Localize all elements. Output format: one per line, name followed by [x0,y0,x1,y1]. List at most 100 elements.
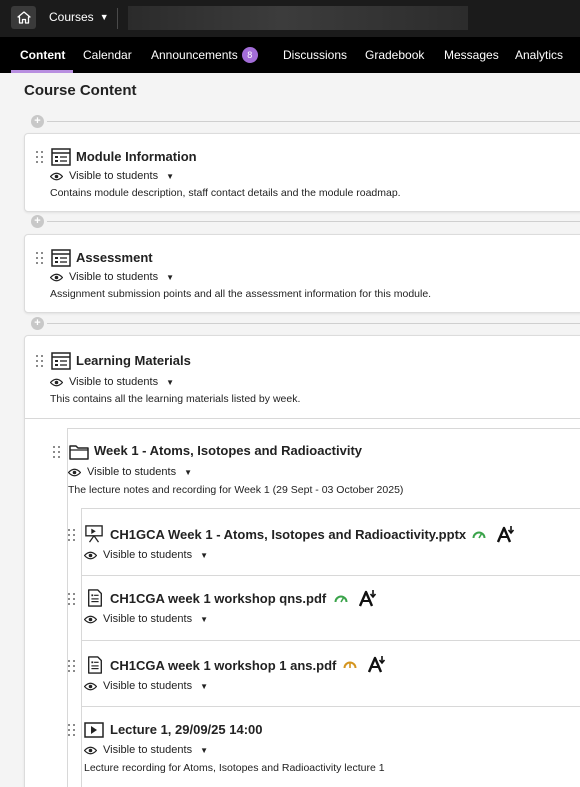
module-description: This contains all the learning materials… [50,393,301,405]
visibility-dropdown[interactable]: Visible to students ▼ [68,466,192,478]
drag-handle-icon[interactable] [36,252,44,264]
learning-module-icon [51,352,71,370]
active-tab-indicator [11,70,73,73]
eye-icon [84,682,97,690]
divider [25,418,580,419]
top-bar: Courses ▼ [0,0,580,37]
tab-announcements-label: Announcements [151,48,238,63]
divider-line [47,323,580,324]
visibility-label: Visible to students [87,466,177,478]
courses-label: Courses [49,10,94,24]
visibility-label: Visible to students [69,376,159,388]
divider [81,575,580,576]
eye-icon [68,468,81,476]
courses-dropdown[interactable]: Courses ▼ [49,10,109,24]
add-content-button[interactable]: + [31,317,44,330]
chevron-down-icon: ▼ [166,171,174,181]
visibility-label: Visible to students [69,271,159,283]
module-description: Contains module description, staff conta… [50,187,401,199]
lecture-title[interactable]: Lecture 1, 29/09/25 14:00 [110,722,263,737]
visibility-label: Visible to students [103,613,193,625]
visibility-dropdown[interactable]: Visible to students ▼ [50,376,174,388]
module-title[interactable]: Learning Materials [76,353,191,368]
drag-handle-icon[interactable] [36,355,44,367]
gauge-icon [472,531,486,539]
video-icon [84,722,104,738]
add-content-button[interactable]: + [31,215,44,228]
module-title[interactable]: Module Information [76,149,197,164]
course-nav: Content Calendar Announcements 8 Discussi… [0,37,580,73]
home-icon [16,11,31,24]
learning-module-icon [51,249,71,267]
tab-analytics[interactable]: Analytics [515,48,563,62]
chevron-down-icon: ▼ [200,614,208,624]
tab-messages[interactable]: Messages [444,48,499,62]
divider-line [47,121,580,122]
eye-icon [84,615,97,623]
chevron-down-icon: ▼ [184,467,192,477]
page-title: Course Content [24,82,137,99]
document-icon [88,656,102,674]
eye-icon [50,273,63,281]
visibility-label: Visible to students [103,549,193,561]
chevron-down-icon: ▼ [200,745,208,755]
announcements-count-badge: 8 [241,47,258,63]
home-button[interactable] [11,6,36,29]
divider [81,640,580,641]
drag-handle-icon[interactable] [36,151,44,163]
module-title[interactable]: Assessment [76,250,153,265]
chevron-down-icon: ▼ [200,681,208,691]
chevron-down-icon: ▼ [166,377,174,387]
drag-handle-icon[interactable] [68,529,76,541]
tab-gradebook[interactable]: Gradebook [365,48,424,62]
module-card-expanded[interactable]: Learning Materials Visible to students ▼… [24,335,580,787]
visibility-dropdown[interactable]: Visible to students ▼ [50,170,174,182]
visibility-dropdown[interactable]: Visible to students ▼ [84,680,208,692]
folder-title[interactable]: Week 1 - Atoms, Isotopes and Radioactivi… [94,443,362,458]
add-content-button[interactable]: + [31,115,44,128]
eye-icon [84,551,97,559]
gauge-icon [343,661,357,669]
accessibility-score-icon[interactable] [368,655,386,673]
learning-module-icon [51,148,71,166]
file-title[interactable]: CH1GCA Week 1 - Atoms, Isotopes and Radi… [110,527,466,542]
visibility-dropdown[interactable]: Visible to students ▼ [84,744,208,756]
folder-icon [69,445,89,460]
module-card[interactable]: Module Information Visible to students ▼… [24,133,580,212]
topbar-divider [117,8,118,29]
visibility-label: Visible to students [103,744,193,756]
chevron-down-icon: ▼ [166,272,174,282]
eye-icon [50,172,63,180]
drag-handle-icon[interactable] [68,724,76,736]
course-name-redacted [128,6,468,30]
visibility-dropdown[interactable]: Visible to students ▼ [50,271,174,283]
drag-handle-icon[interactable] [53,446,61,458]
tab-discussions[interactable]: Discussions [283,48,347,62]
add-content-row: + [31,115,580,129]
folder-description: The lecture notes and recording for Week… [68,484,404,496]
file-title[interactable]: CH1CGA week 1 workshop qns.pdf [110,591,326,606]
tab-announcements[interactable]: Announcements 8 [151,47,258,64]
divider [67,428,580,429]
accessibility-score-icon[interactable] [497,525,515,543]
visibility-dropdown[interactable]: Visible to students ▼ [84,613,208,625]
module-card[interactable]: Assessment Visible to students ▼ Assignm… [24,234,580,313]
tab-calendar[interactable]: Calendar [83,48,132,62]
divider [81,508,580,509]
drag-handle-icon[interactable] [68,593,76,605]
file-title[interactable]: CH1CGA week 1 workshop 1 ans.pdf [110,658,336,673]
drag-handle-icon[interactable] [68,660,76,672]
eye-icon [84,746,97,754]
divider [81,706,580,707]
divider-line [47,221,580,222]
chevron-down-icon: ▼ [200,550,208,560]
chevron-down-icon: ▼ [99,12,109,22]
visibility-dropdown[interactable]: Visible to students ▼ [84,549,208,561]
gauge-icon [334,595,348,603]
visibility-label: Visible to students [103,680,193,692]
eye-icon [50,378,63,386]
lecture-description: Lecture recording for Atoms, Isotopes an… [84,762,385,774]
tab-content[interactable]: Content [20,48,65,62]
accessibility-score-icon[interactable] [359,589,377,607]
nesting-line [81,508,82,787]
